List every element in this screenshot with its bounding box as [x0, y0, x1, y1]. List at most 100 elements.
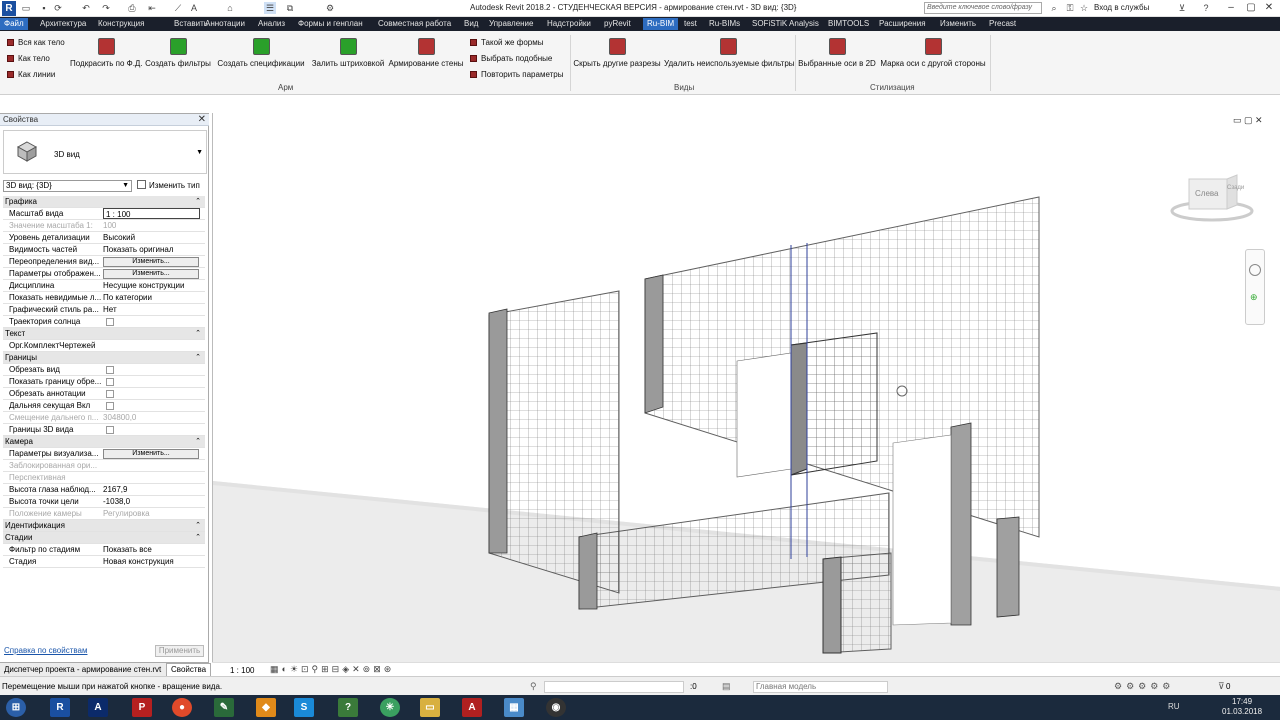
fill-hatch-button[interactable]: Залить штриховкой	[311, 38, 385, 68]
view-scale-input[interactable]: 1 : 100	[103, 208, 200, 219]
property-group[interactable]: Границы ⌃	[3, 352, 205, 364]
paint-by-fd-button[interactable]: Подкрасить по Ф.Д.	[70, 38, 143, 68]
3d-viewport[interactable]: Слева Сзади ⊕ ▭ ▢ ✕	[212, 113, 1280, 662]
workset-dropdown[interactable]	[544, 681, 684, 693]
wall-reinforcement-button[interactable]: Армирование стены	[388, 38, 464, 68]
property-value[interactable]: 100	[103, 220, 201, 231]
tab-10[interactable]: Надстройки	[547, 19, 591, 29]
filter-icon[interactable]: ⊽	[1218, 681, 1225, 692]
clock[interactable]: 17:49 01.03.2018	[1222, 697, 1262, 717]
measure-icon[interactable]: ⇤	[146, 2, 158, 14]
edit-button[interactable]: Изменить...	[103, 449, 199, 459]
view-control-icons[interactable]: ▦◐☀⊡⚲⊞⊟◈✕⊚⊠⊛	[270, 664, 394, 675]
view-instance-dropdown[interactable]: 3D вид: {3D} ▼	[3, 180, 132, 192]
property-value[interactable]: Показать все	[103, 544, 201, 555]
app-taskbar-icon[interactable]: ◆	[256, 698, 276, 717]
subscription-icon[interactable]: ⚿	[1064, 2, 1076, 14]
ribbon-item-same-shape[interactable]: Такой же формы	[470, 38, 543, 47]
tab-11[interactable]: pyRevit	[604, 19, 631, 29]
customize-icon[interactable]: ⚙	[324, 2, 336, 14]
help-taskbar-icon[interactable]: ?	[338, 698, 358, 717]
collapse-icon[interactable]: ⌃	[195, 436, 201, 447]
collapse-icon[interactable]: ⌃	[195, 196, 201, 207]
collapse-icon[interactable]: ⌃	[195, 520, 201, 531]
ribbon-item-repeat-params[interactable]: Повторить параметры	[470, 70, 564, 79]
zoom-icon[interactable]: ⊕	[1250, 292, 1258, 303]
property-checkbox[interactable]	[106, 390, 114, 398]
help-icon[interactable]: ?	[1200, 2, 1212, 14]
property-checkbox[interactable]	[106, 378, 114, 386]
ribbon-item-whole-body[interactable]: Вся как тело	[7, 38, 65, 47]
tab-8[interactable]: Вид	[464, 19, 478, 29]
edit-type-button[interactable]: Изменить тип	[137, 180, 200, 190]
login-link[interactable]: Вход в службы	[1094, 3, 1149, 12]
tab-project-browser[interactable]: Диспетчер проекта - армирование стен.rvt	[4, 665, 161, 674]
property-value[interactable]: Высокий	[103, 232, 201, 243]
tab-2[interactable]: Конструкция	[98, 19, 144, 29]
design-option-dropdown[interactable]: Главная модель	[753, 681, 888, 693]
view-cube[interactable]: Слева Сзади	[1169, 171, 1255, 223]
tab-6[interactable]: Формы и генплан	[298, 19, 363, 29]
apply-button[interactable]: Применить	[155, 645, 204, 657]
create-filters-button[interactable]: Создать фильтры	[145, 38, 211, 68]
exchange-icon[interactable]: ⊻	[1176, 2, 1188, 14]
properties-help-link[interactable]: Справка по свойствам	[4, 646, 87, 655]
tab-9[interactable]: Управление	[489, 19, 533, 29]
text-icon[interactable]: A	[188, 2, 200, 14]
tab-13[interactable]: test	[684, 19, 697, 29]
property-checkbox[interactable]	[106, 318, 114, 326]
ribbon-item-select-similar[interactable]: Выбрать подобные	[470, 54, 552, 63]
ribbon-item-as-body[interactable]: Как тело	[7, 54, 50, 63]
ribbon-item-as-lines[interactable]: Как линии	[7, 70, 55, 79]
print-icon[interactable]: ⎙	[126, 2, 138, 14]
property-group[interactable]: Текст ⌃	[3, 328, 205, 340]
3d-view-icon[interactable]: ⌂	[224, 2, 236, 14]
thin-lines-icon[interactable]: ☰	[264, 2, 276, 14]
steering-wheel-icon[interactable]	[1249, 264, 1261, 276]
tab-15[interactable]: SOFiSTiK Analysis	[752, 19, 819, 29]
collapse-icon[interactable]: ⌃	[195, 532, 201, 543]
property-checkbox[interactable]	[106, 366, 114, 374]
close-hidden-icon[interactable]: ⧉	[284, 2, 296, 14]
close-button[interactable]: ✕	[1260, 1, 1278, 15]
delete-unused-filters-button[interactable]: Удалить неиспользуемые фильтры	[664, 38, 795, 68]
tab-5[interactable]: Анализ	[258, 19, 285, 29]
tab-1[interactable]: Архитектура	[40, 19, 86, 29]
tab-properties[interactable]: Свойства	[166, 663, 212, 677]
acrobat-taskbar-icon[interactable]: A	[462, 698, 482, 717]
pdf-taskbar-icon[interactable]: P	[132, 698, 152, 717]
selected-axes-2d-button[interactable]: Выбранные оси в 2D	[798, 38, 876, 68]
revit-logo-icon[interactable]: R	[2, 1, 16, 16]
property-value[interactable]: Новая конструкция	[103, 556, 201, 567]
edit-button[interactable]: Изменить...	[103, 257, 199, 267]
autocad-taskbar-icon[interactable]: A	[88, 698, 108, 717]
property-group[interactable]: Стадии ⌃	[3, 532, 205, 544]
favorites-icon[interactable]: ☆	[1078, 2, 1090, 14]
tab-12[interactable]: Ru-BIM	[643, 18, 679, 30]
chrome-taskbar-icon[interactable]: ●	[172, 698, 192, 717]
tab-16[interactable]: BIMTOOLS	[828, 19, 869, 29]
property-group[interactable]: Идентификация ⌃	[3, 520, 205, 532]
close-icon[interactable]: ✕	[198, 114, 206, 125]
create-schedules-button[interactable]: Создать спецификации	[217, 38, 305, 68]
edit-button[interactable]: Изменить...	[103, 269, 199, 279]
skype-taskbar-icon[interactable]: S	[294, 698, 314, 717]
open-icon[interactable]: ▭	[20, 2, 32, 14]
property-value[interactable]: Показать оригинал	[103, 244, 201, 255]
property-value[interactable]: По категории	[103, 292, 201, 303]
obs-taskbar-icon[interactable]: ◉	[546, 698, 566, 717]
property-value[interactable]: 2167,9	[103, 484, 201, 495]
undo-icon[interactable]: ↶	[80, 2, 92, 14]
property-value[interactable]: Регулировка	[103, 508, 201, 519]
tab-19[interactable]: Precast	[989, 19, 1016, 29]
sync-icon[interactable]: ⟳	[52, 2, 64, 14]
property-checkbox[interactable]	[106, 426, 114, 434]
save-icon[interactable]: ▪	[38, 2, 50, 14]
tab-0[interactable]: Файл	[0, 18, 28, 30]
revit-taskbar-icon[interactable]: R	[50, 698, 70, 717]
minimize-button[interactable]: –	[1222, 1, 1240, 15]
axis-tag-other-side-button[interactable]: Марка оси с другой стороны	[879, 38, 987, 68]
maximize-button[interactable]: ▢	[1242, 1, 1260, 15]
search-input[interactable]: Введите ключевое слово/фразу	[924, 2, 1042, 14]
collapse-icon[interactable]: ⌃	[195, 328, 201, 339]
